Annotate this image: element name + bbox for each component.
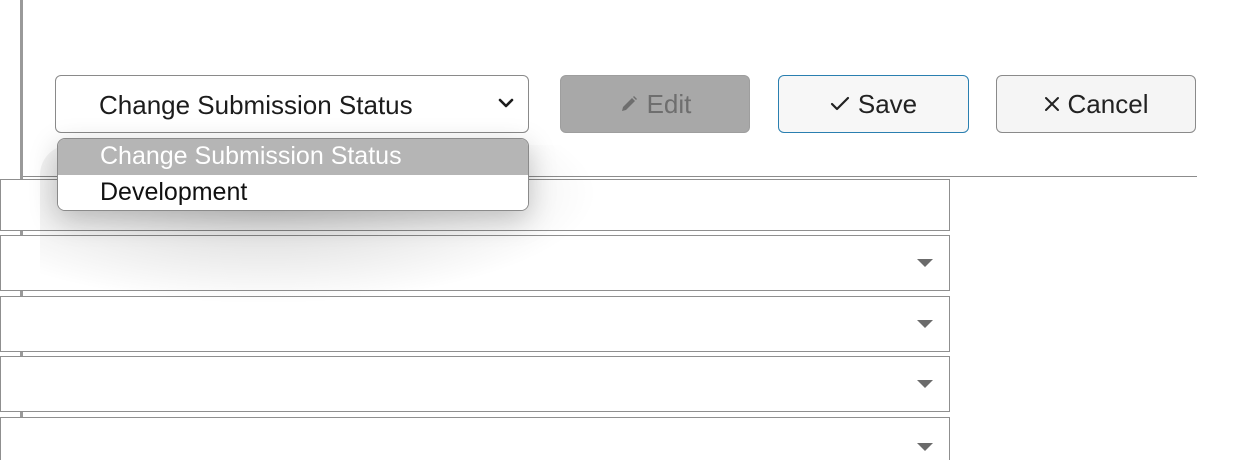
cancel-button-label: Cancel	[1067, 88, 1149, 119]
status-dropdown-listbox[interactable]: Change Submission Status Development	[57, 138, 529, 211]
caret-down-icon	[917, 380, 933, 388]
select-field[interactable]	[0, 356, 950, 412]
dropdown-option-development[interactable]: Development	[58, 175, 528, 210]
edit-button[interactable]: Edit	[560, 75, 750, 133]
pencil-icon	[619, 94, 639, 114]
page: Change Submission Status Edit Save Cance…	[0, 0, 1250, 460]
caret-down-icon	[917, 443, 933, 451]
select-field[interactable]	[0, 235, 950, 291]
cancel-button[interactable]: Cancel	[996, 75, 1196, 133]
status-select-value: Change Submission Status	[99, 90, 413, 120]
save-button-label: Save	[857, 88, 918, 119]
caret-down-icon	[917, 320, 933, 328]
caret-down-icon	[917, 259, 933, 267]
select-field[interactable]	[0, 417, 950, 460]
dropdown-option-change-submission-status[interactable]: Change Submission Status	[58, 139, 528, 175]
select-field[interactable]	[0, 296, 950, 352]
edit-button-label: Edit	[646, 88, 692, 119]
close-icon	[1044, 96, 1060, 112]
chevron-down-icon	[498, 98, 514, 108]
save-button[interactable]: Save	[778, 75, 969, 133]
change-submission-status-select[interactable]: Change Submission Status	[55, 75, 529, 133]
check-icon	[830, 95, 850, 113]
